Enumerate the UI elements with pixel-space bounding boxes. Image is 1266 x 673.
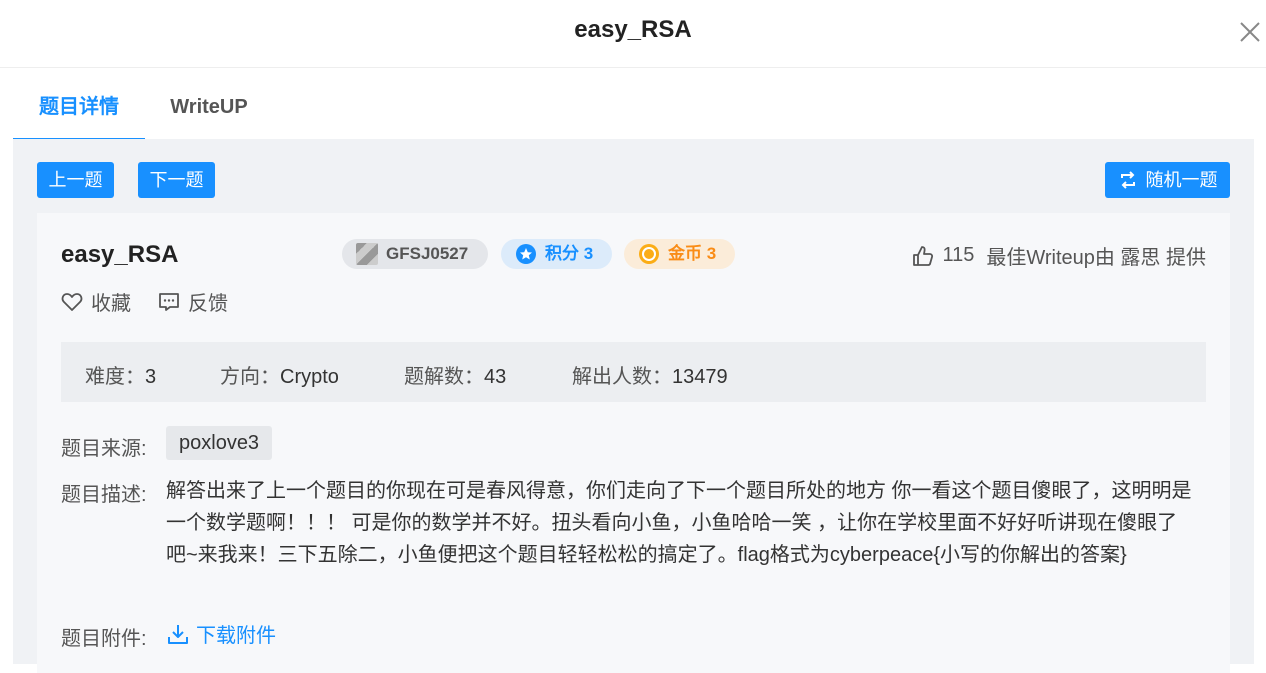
modal-header: easy_RSA bbox=[0, 0, 1266, 68]
favorite-label: 收藏 bbox=[91, 293, 131, 315]
tab-writeup[interactable]: WriteUP bbox=[145, 69, 273, 141]
shuffle-icon bbox=[1120, 171, 1135, 189]
description-text: 解答出来了上一个题目的你现在可是春风得意，你们走向了下一个题目所处的地方 你一看… bbox=[166, 480, 1192, 566]
stat-solvers: 解出人数：13479 bbox=[572, 366, 728, 388]
description-label: 题目描述: bbox=[61, 484, 147, 506]
coins-label: 金币 3 bbox=[668, 244, 717, 263]
challenge-title: easy_RSA bbox=[61, 241, 179, 268]
feedback-label: 反馈 bbox=[188, 293, 228, 315]
best-writeup-text[interactable]: 最佳Writeup由 露思 提供 bbox=[986, 241, 1206, 270]
feedback-icon bbox=[159, 292, 179, 311]
heart-icon bbox=[61, 292, 83, 311]
tab-details[interactable]: 题目详情 bbox=[13, 69, 145, 141]
tab-bar: 题目详情 WriteUP bbox=[13, 69, 1254, 141]
download-attachment-link[interactable]: 下载附件 bbox=[166, 619, 276, 648]
next-button[interactable]: 下一题 bbox=[138, 162, 215, 198]
source-tag: poxlove3 bbox=[166, 426, 273, 460]
star-icon bbox=[515, 243, 537, 265]
feedback-button[interactable]: 反馈 bbox=[158, 287, 228, 316]
points-label: 积分 3 bbox=[545, 244, 594, 263]
random-button-label: 随机一题 bbox=[1145, 170, 1218, 190]
coins-badge: 金币 3 bbox=[624, 239, 735, 269]
modal-title: easy_RSA bbox=[574, 16, 692, 43]
random-button[interactable]: 随机一题 bbox=[1105, 162, 1230, 198]
close-icon[interactable] bbox=[1238, 20, 1262, 44]
download-label: 下载附件 bbox=[196, 625, 276, 647]
stats-bar: 难度：3 方向：Crypto 题解数：43 解出人数：13479 bbox=[61, 342, 1206, 402]
coin-icon bbox=[638, 243, 660, 265]
detail-panel: 上一题 下一题 随机一题 easy_RSA GFSJ0527 积分 3 金币 3 bbox=[13, 139, 1254, 673]
download-icon bbox=[168, 624, 188, 644]
stat-difficulty: 难度：3 bbox=[85, 366, 157, 388]
avatar bbox=[356, 243, 378, 265]
thumbs-up-icon[interactable] bbox=[912, 245, 934, 267]
writeup-meta: 115 最佳Writeup由 露思 提供 bbox=[912, 241, 1206, 270]
points-badge: 积分 3 bbox=[501, 239, 612, 269]
favorite-button[interactable]: 收藏 bbox=[61, 287, 131, 316]
attachment-label: 题目附件: bbox=[61, 628, 147, 650]
author-badge[interactable]: GFSJ0527 bbox=[342, 239, 488, 269]
stat-direction: 方向：Crypto bbox=[220, 366, 339, 388]
source-label: 题目来源: bbox=[61, 438, 147, 460]
stat-solutions: 题解数：43 bbox=[404, 366, 507, 388]
like-count: 115 bbox=[942, 244, 975, 266]
author-name: GFSJ0527 bbox=[386, 244, 469, 263]
prev-button[interactable]: 上一题 bbox=[37, 162, 114, 198]
challenge-card: easy_RSA GFSJ0527 积分 3 金币 3 115 最佳Writeu… bbox=[37, 213, 1230, 673]
